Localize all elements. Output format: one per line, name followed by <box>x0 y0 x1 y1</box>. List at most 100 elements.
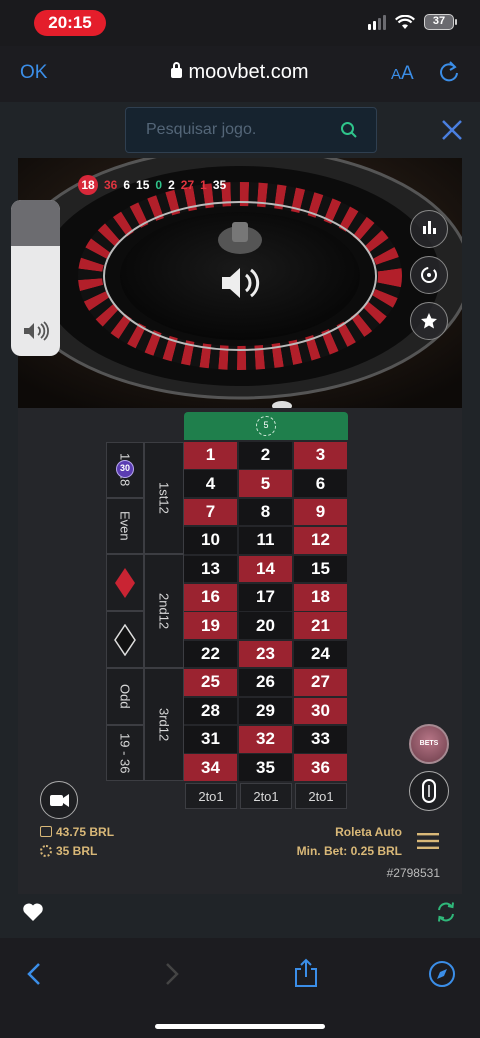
home-indicator <box>155 1024 325 1029</box>
bets-button[interactable]: BETS <box>409 724 449 764</box>
dozen-2nd12[interactable]: 2nd12 <box>144 554 184 668</box>
red-bet[interactable] <box>106 554 144 611</box>
history-result: 2 <box>168 178 175 192</box>
search-box[interactable]: Pesquisar jogo. <box>125 107 377 153</box>
search-input[interactable]: Pesquisar jogo. <box>146 121 256 139</box>
share-icon[interactable] <box>293 958 319 988</box>
wifi-icon <box>395 14 415 29</box>
history-result: 35 <box>212 178 227 192</box>
number-cell[interactable]: 18 <box>294 584 347 611</box>
camera-icon <box>50 794 69 807</box>
number-cell[interactable]: 17 <box>239 584 292 611</box>
number-cell[interactable]: 33 <box>294 726 347 753</box>
hamburger-icon <box>417 833 439 849</box>
search-icon[interactable] <box>340 121 358 139</box>
even-bet[interactable]: Even <box>106 498 144 554</box>
number-cell[interactable]: 4 <box>184 470 237 497</box>
number-cell[interactable]: 19 <box>184 612 237 639</box>
refresh-icon[interactable] <box>435 901 457 923</box>
forward-icon[interactable] <box>164 962 180 986</box>
live-video-stream[interactable]: 18 36 6 15 0 2 27 1 35 <box>18 158 462 408</box>
text-size-button[interactable]: AA <box>391 63 414 85</box>
reload-icon[interactable] <box>438 60 460 84</box>
number-cell[interactable]: 6 <box>294 470 347 497</box>
number-cell[interactable]: 34 <box>184 754 237 781</box>
number-cell[interactable]: 30 <box>294 697 347 725</box>
number-cell[interactable]: 8 <box>239 498 292 526</box>
menu-button[interactable] <box>417 832 439 850</box>
status-icons: 37 <box>368 14 457 30</box>
racetrack-icon <box>422 779 436 803</box>
number-cell[interactable]: 16 <box>184 584 237 611</box>
battery-icon: 37 <box>424 14 457 30</box>
speaker-icon[interactable] <box>218 263 262 303</box>
number-cell[interactable]: 13 <box>184 555 237 583</box>
star-icon <box>421 313 437 329</box>
game-name: Roleta Auto <box>335 825 402 839</box>
lock-icon <box>171 62 183 78</box>
balance-display: 43.75 BRL <box>40 825 114 839</box>
favorites-button[interactable] <box>410 302 448 340</box>
total-bet-display: 35 BRL <box>40 844 97 858</box>
back-icon[interactable] <box>26 962 42 986</box>
number-cell[interactable]: 35 <box>239 754 292 781</box>
black-diamond-icon <box>114 623 136 656</box>
number-cell[interactable]: 22 <box>184 640 237 668</box>
number-cell[interactable]: 26 <box>239 669 292 696</box>
column-bet-1[interactable]: 2to1 <box>185 783 237 809</box>
volume-slider[interactable] <box>11 200 60 356</box>
close-icon[interactable] <box>441 119 463 141</box>
number-cell[interactable]: 23 <box>239 640 292 668</box>
number-cell[interactable]: 36 <box>294 754 347 781</box>
volume-icon <box>24 321 49 341</box>
number-cell[interactable]: 9 <box>294 498 347 526</box>
number-cell[interactable]: 32 <box>239 726 292 753</box>
number-cell[interactable]: 7 <box>184 498 237 526</box>
number-cell[interactable]: 5 <box>239 470 292 497</box>
compass-icon[interactable] <box>428 960 456 988</box>
column-bet-3[interactable]: 2to1 <box>295 783 347 809</box>
history-result: 0 <box>155 178 163 192</box>
history-result: 1 <box>200 178 207 192</box>
number-cell[interactable]: 20 <box>239 612 292 639</box>
number-cell[interactable]: 15 <box>294 555 347 583</box>
number-cell[interactable]: 14 <box>239 555 292 583</box>
odd-bet[interactable]: Odd <box>106 668 144 725</box>
high-bet-19-36[interactable]: 19 - 36 <box>106 725 144 781</box>
number-cell[interactable]: 24 <box>294 640 347 668</box>
video-toggle-button[interactable] <box>40 781 78 819</box>
heart-icon[interactable] <box>22 902 44 922</box>
dozen-1st12[interactable]: 1st12 <box>144 442 184 554</box>
number-cell[interactable]: 2 <box>239 442 292 469</box>
number-cell[interactable]: 10 <box>184 527 237 554</box>
clock: 20:15 <box>34 10 106 36</box>
number-cell[interactable]: 12 <box>294 527 347 554</box>
black-bet[interactable] <box>106 611 144 668</box>
history-result: 27 <box>180 178 195 192</box>
cellular-signal-icon <box>368 14 386 30</box>
wallet-icon <box>40 826 52 837</box>
number-cell[interactable]: 11 <box>239 527 292 554</box>
number-cell[interactable]: 28 <box>184 697 237 725</box>
number-cell[interactable]: 27 <box>294 669 347 696</box>
number-cell[interactable]: 3 <box>294 442 347 469</box>
history-result: 18 <box>78 175 98 195</box>
min-bet: Min. Bet: 0.25 BRL <box>296 844 402 858</box>
zero-bet-spot[interactable]: 5 <box>184 412 348 440</box>
status-bar: 20:15 37 <box>0 0 480 46</box>
number-cell[interactable]: 1 <box>184 442 237 469</box>
number-cell[interactable]: 29 <box>239 697 292 725</box>
number-cell[interactable]: 25 <box>184 669 237 696</box>
rotate-icon <box>421 267 437 283</box>
low-bet-chip: 30 <box>116 460 134 478</box>
column-bet-2[interactable]: 2to1 <box>240 783 292 809</box>
browser-url-bar: OK moovbet.com AA <box>0 46 480 102</box>
dozen-3rd12[interactable]: 3rd12 <box>144 668 184 781</box>
red-diamond-icon <box>115 567 135 598</box>
racetrack-button[interactable] <box>409 771 449 811</box>
switch-view-button[interactable] <box>410 256 448 294</box>
number-cell[interactable]: 31 <box>184 726 237 753</box>
statistics-button[interactable] <box>410 210 448 248</box>
url-text: moovbet.com <box>188 61 309 83</box>
number-cell[interactable]: 21 <box>294 612 347 639</box>
